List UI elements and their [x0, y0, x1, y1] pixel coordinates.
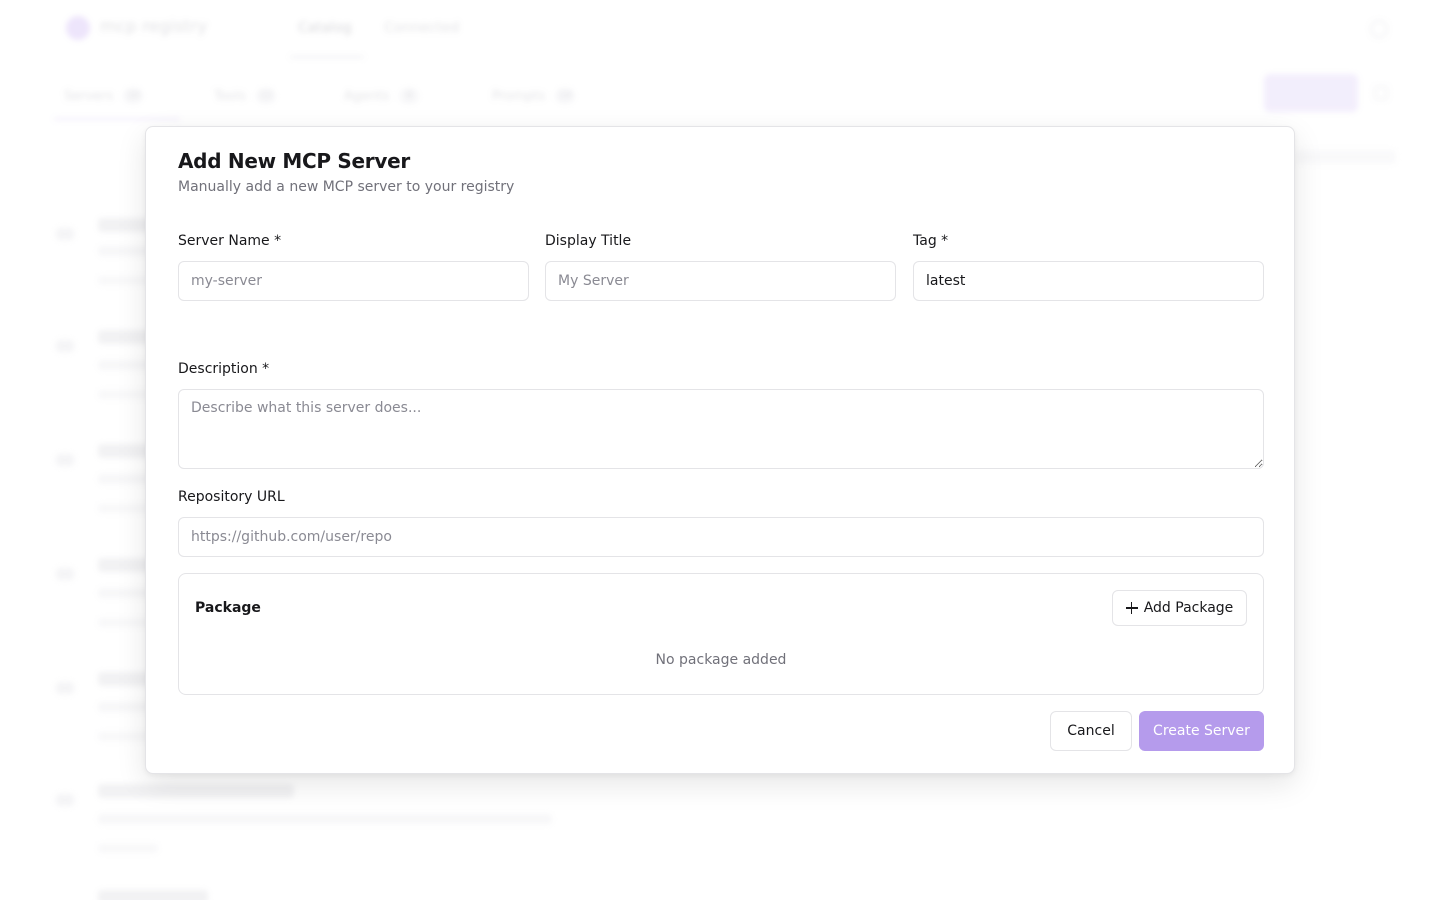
no-package-text: No package added [655, 652, 787, 668]
repository-url-input[interactable] [178, 517, 1264, 557]
add-package-button[interactable]: Add Package [1112, 590, 1247, 626]
add-server-dialog: Add New MCP Server Manually add a new MC… [145, 126, 1295, 774]
server-name-input[interactable] [178, 261, 529, 301]
description-textarea[interactable] [178, 389, 1264, 469]
create-server-button[interactable]: Create Server [1139, 711, 1264, 751]
dialog-description: Manually add a new MCP server to your re… [178, 179, 515, 195]
add-package-label: Add Package [1143, 600, 1234, 616]
description-label: Description * [178, 361, 270, 377]
cancel-button[interactable]: Cancel [1050, 711, 1132, 751]
dialog-title: Add New MCP Server [178, 149, 410, 173]
display-title-label: Display Title [545, 233, 632, 249]
package-title: Package [195, 600, 261, 616]
plus-icon [1125, 602, 1138, 614]
server-name-label: Server Name * [178, 233, 282, 249]
package-section: Package Add Package No package added [178, 573, 1264, 695]
repository-url-label: Repository URL [178, 489, 285, 505]
tag-label: Tag * [913, 233, 949, 249]
tag-input[interactable] [913, 261, 1264, 301]
display-title-input[interactable] [545, 261, 896, 301]
